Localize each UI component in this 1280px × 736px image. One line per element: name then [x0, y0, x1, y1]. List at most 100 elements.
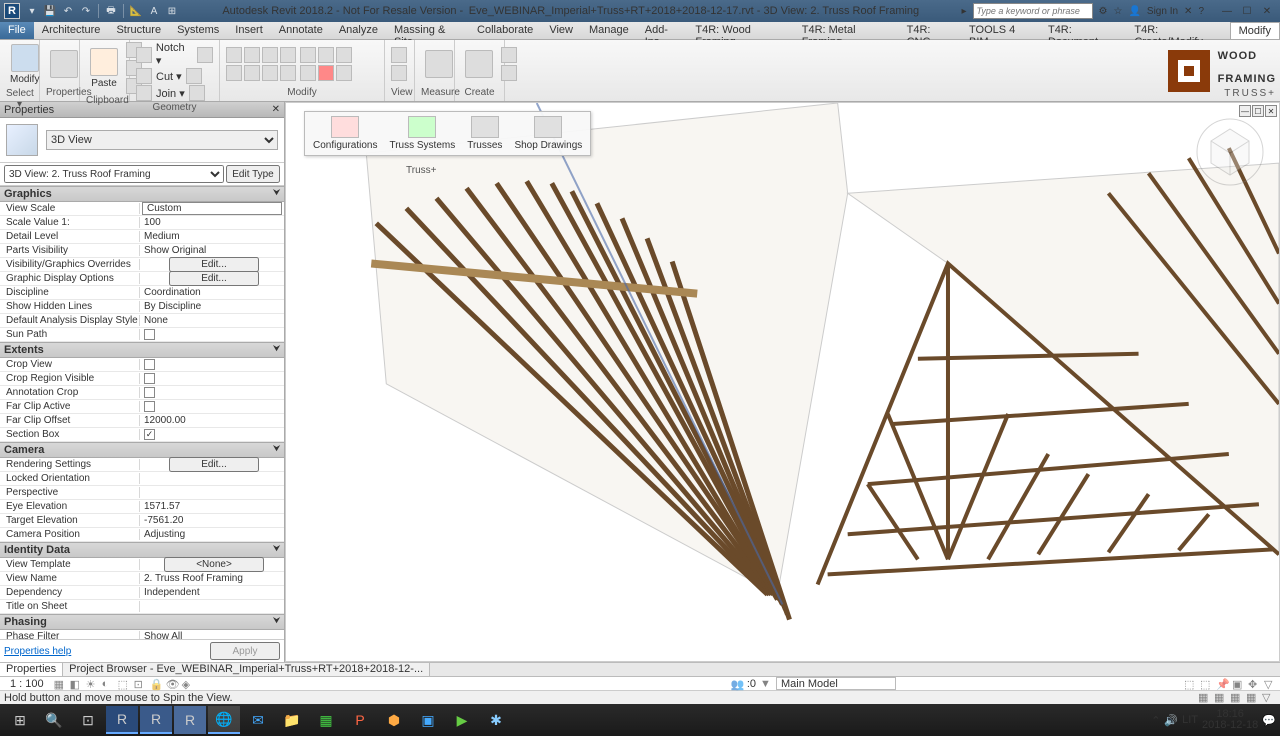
menu-structure[interactable]: Structure — [108, 22, 169, 39]
view-scale[interactable]: 1 : 100 — [4, 678, 50, 690]
menu-t4r-cnc[interactable]: T4R: CNC — [899, 22, 961, 39]
edit-button[interactable]: Edit... — [169, 271, 259, 286]
prop-row[interactable]: DependencyIndependent — [0, 586, 284, 600]
clock[interactable]: 18:162018-12-18 — [1202, 709, 1258, 731]
instance-selector[interactable]: 3D View: 2. Truss Roof Framing — [4, 165, 224, 183]
revit-icon-3[interactable]: R — [174, 706, 206, 734]
checkbox[interactable] — [144, 359, 155, 370]
tray-lang[interactable]: LIT — [1182, 714, 1198, 726]
qat-undo-icon[interactable]: ↶ — [60, 3, 76, 19]
menu-massing[interactable]: Massing & Site — [386, 22, 469, 39]
app-icon-4[interactable]: ✱ — [480, 706, 512, 734]
checkbox[interactable] — [144, 373, 155, 384]
section-header[interactable]: Phasing⮟ — [0, 614, 284, 630]
temp-hide-icon[interactable]: 👁 — [166, 678, 178, 690]
checkbox[interactable] — [144, 387, 155, 398]
viewport[interactable]: — ☐ ✕ — [285, 102, 1280, 662]
prop-row[interactable]: DisciplineCoordination — [0, 286, 284, 300]
section-header[interactable]: Camera⮟ — [0, 442, 284, 458]
start-button[interactable]: ⊞ — [4, 706, 36, 734]
qat-redo-icon[interactable]: ↷ — [78, 3, 94, 19]
apply-button[interactable]: Apply — [210, 642, 280, 660]
checkbox[interactable] — [144, 329, 155, 340]
close-properties-icon[interactable]: ✕ — [272, 104, 280, 115]
infocenter-icon[interactable]: ⚙ — [1099, 6, 1108, 17]
shop-drawings-button[interactable]: Shop Drawings — [514, 116, 582, 151]
search-icon[interactable]: 🔍 — [38, 706, 70, 734]
star-icon[interactable]: ☆ — [1113, 6, 1122, 17]
family-icon[interactable] — [501, 65, 517, 81]
select-face-icon[interactable]: ▣ — [1232, 678, 1244, 690]
select-links-icon[interactable]: ⬚ — [1184, 678, 1196, 690]
tray-network-icon[interactable]: 🔊 — [1164, 714, 1178, 727]
powerpoint-icon[interactable]: P — [344, 706, 376, 734]
array-icon[interactable] — [262, 65, 278, 81]
revit-icon-1[interactable]: R — [106, 706, 138, 734]
menu-modify[interactable]: Modify — [1230, 22, 1280, 39]
join-button[interactable]: Join ▾ — [136, 85, 205, 101]
render-icon[interactable]: ⬚ — [118, 678, 130, 690]
menu-addins[interactable]: Add-Ins — [637, 22, 688, 39]
prop-row[interactable]: View ScaleCustom — [0, 202, 284, 216]
create-button[interactable] — [461, 48, 497, 80]
prop-row[interactable]: Show Hidden LinesBy Discipline — [0, 300, 284, 314]
group-icon[interactable] — [336, 65, 352, 81]
properties-help-link[interactable]: Properties help — [4, 646, 71, 657]
sel-icon3[interactable]: ▦ — [1230, 691, 1244, 705]
menu-tools4bim[interactable]: TOOLS 4 BIM — [961, 22, 1040, 39]
app-icon-3[interactable]: ▶ — [446, 706, 478, 734]
copy-tool-icon[interactable] — [244, 47, 260, 63]
sun-path-icon[interactable]: ☀ — [86, 678, 98, 690]
checkbox[interactable]: ✓ — [144, 429, 155, 440]
configurations-button[interactable]: Configurations — [313, 116, 377, 151]
filter-sel-icon[interactable]: ▽ — [1264, 678, 1276, 690]
visual-style-icon[interactable]: ◧ — [70, 678, 82, 690]
sel-icon4[interactable]: ▦ — [1246, 691, 1260, 705]
workset-icon[interactable]: 👥 — [731, 678, 743, 690]
maximize-button[interactable]: ☐ — [1238, 4, 1256, 18]
view-icon[interactable] — [391, 47, 407, 63]
chrome-icon[interactable]: 🌐 — [208, 706, 240, 734]
prop-row[interactable]: Locked Orientation — [0, 472, 284, 486]
align-icon[interactable] — [300, 47, 316, 63]
prop-row[interactable]: Default Analysis Display StyleNone — [0, 314, 284, 328]
viewcube[interactable] — [1195, 117, 1265, 187]
split-icon[interactable] — [318, 47, 334, 63]
type-selector[interactable]: 3D View — [0, 118, 284, 163]
revit-icon-2[interactable]: R — [140, 706, 172, 734]
prop-row[interactable]: Far Clip Offset12000.00 — [0, 414, 284, 428]
measure-button[interactable] — [421, 48, 457, 80]
prop-row[interactable]: Rendering SettingsEdit... — [0, 458, 284, 472]
explorer-icon[interactable]: 📁 — [276, 706, 308, 734]
qat-text-icon[interactable]: A — [146, 3, 162, 19]
crop-icon[interactable]: ⊡ — [134, 678, 146, 690]
menu-architecture[interactable]: Architecture — [34, 22, 109, 39]
outlook-icon[interactable]: ✉ — [242, 706, 274, 734]
reveal-icon[interactable]: ◈ — [182, 678, 194, 690]
prop-row[interactable]: View Name2. Truss Roof Framing — [0, 572, 284, 586]
section-header[interactable]: Graphics⮟ — [0, 186, 284, 202]
prop-row[interactable]: Detail LevelMedium — [0, 230, 284, 244]
section-header[interactable]: Extents⮟ — [0, 342, 284, 358]
properties-button[interactable] — [46, 48, 82, 80]
mirror-icon[interactable] — [226, 65, 242, 81]
edit-button[interactable]: Edit... — [169, 257, 259, 272]
delete-icon[interactable] — [318, 65, 334, 81]
family-type-select[interactable]: 3D View — [46, 130, 278, 150]
menu-file[interactable]: File — [0, 22, 34, 39]
prop-row[interactable]: Eye Elevation1571.57 — [0, 500, 284, 514]
qat-dim-icon[interactable]: ⊞ — [164, 3, 180, 19]
prop-row[interactable]: Parts VisibilityShow Original — [0, 244, 284, 258]
sel-icon2[interactable]: ▦ — [1214, 691, 1228, 705]
qat-print-icon[interactable]: 🖶 — [103, 3, 119, 19]
excel-icon[interactable]: ▦ — [310, 706, 342, 734]
minimize-button[interactable]: — — [1218, 4, 1236, 18]
menu-annotate[interactable]: Annotate — [271, 22, 331, 39]
prop-row[interactable]: Visibility/Graphics OverridesEdit... — [0, 258, 284, 272]
lock-icon[interactable]: 🔒 — [150, 678, 162, 690]
signin-label[interactable]: Sign In — [1147, 6, 1178, 17]
edit-button[interactable]: <None> — [164, 557, 264, 572]
menu-insert[interactable]: Insert — [227, 22, 271, 39]
section-header[interactable]: Identity Data⮟ — [0, 542, 284, 558]
prop-row[interactable]: Target Elevation-7561.20 — [0, 514, 284, 528]
